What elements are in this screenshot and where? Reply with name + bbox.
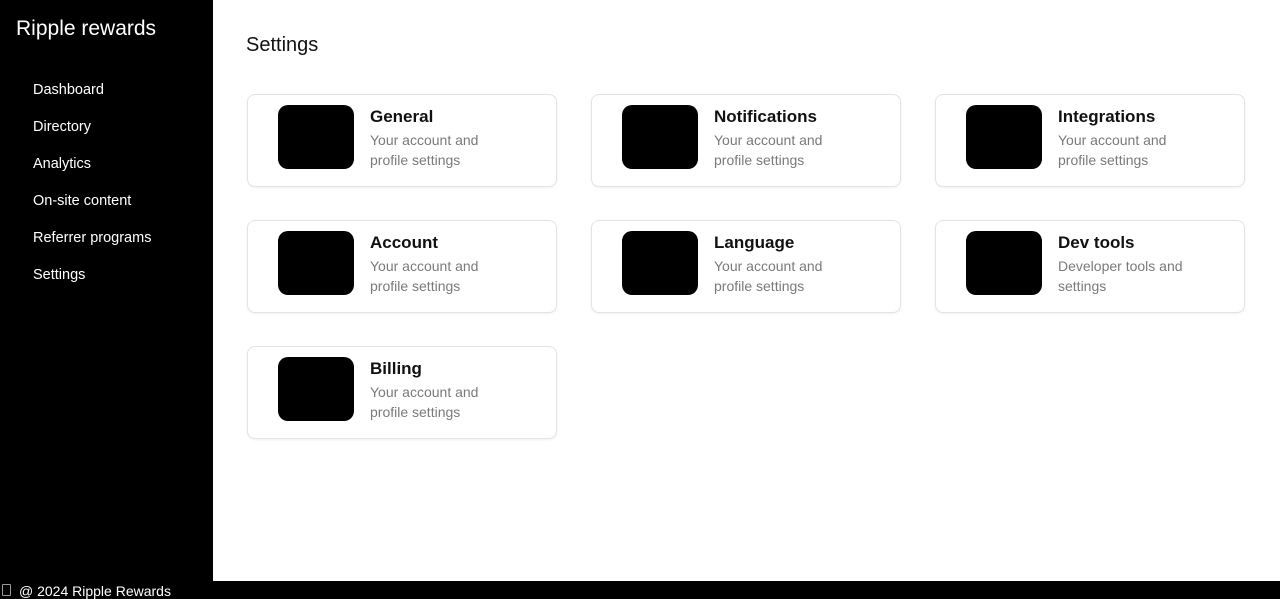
card-description: Your account and profile settings xyxy=(714,132,823,168)
sidebar-item-referrer-programs[interactable]: Referrer programs xyxy=(33,228,151,265)
card-title: Dev tools xyxy=(1058,233,1135,252)
file-icon xyxy=(2,584,11,596)
footer-copyright: @ 2024 Ripple Rewards xyxy=(19,583,171,599)
page-title: Settings xyxy=(246,34,319,56)
card-description: Your account and profile settings xyxy=(370,132,479,168)
sidebar: Ripple rewards Dashboard Directory Analy… xyxy=(0,0,213,581)
card-description: Your account and profile settings xyxy=(1058,132,1167,168)
card-description: Your account and profile settings xyxy=(370,258,479,294)
brand-title: Ripple rewards xyxy=(16,17,157,40)
card-description: Your account and profile settings xyxy=(370,384,479,420)
card-title: Account xyxy=(370,233,438,252)
account-icon xyxy=(278,231,354,295)
card-title: Notifications xyxy=(714,107,817,126)
dev-tools-icon xyxy=(966,231,1042,295)
general-icon xyxy=(278,105,354,169)
card-title: Billing xyxy=(370,359,422,378)
sidebar-nav: Dashboard Directory Analytics On-site co… xyxy=(33,80,151,302)
sidebar-item-directory[interactable]: Directory xyxy=(33,117,151,154)
settings-card-general[interactable]: General Your account and profile setting… xyxy=(247,94,557,187)
settings-card-integrations[interactable]: Integrations Your account and profile se… xyxy=(935,94,1245,187)
integrations-icon xyxy=(966,105,1042,169)
card-description: Your account and profile settings xyxy=(714,258,823,294)
settings-card-account[interactable]: Account Your account and profile setting… xyxy=(247,220,557,313)
sidebar-item-dashboard[interactable]: Dashboard xyxy=(33,80,151,117)
settings-card-notifications[interactable]: Notifications Your account and profile s… xyxy=(591,94,901,187)
footer: @ 2024 Ripple Rewards xyxy=(0,581,1280,599)
app-root: Ripple rewards Dashboard Directory Analy… xyxy=(0,0,1280,599)
settings-card-language[interactable]: Language Your account and profile settin… xyxy=(591,220,901,313)
settings-card-dev-tools[interactable]: Dev tools Developer tools and settings xyxy=(935,220,1245,313)
sidebar-item-on-site-content[interactable]: On-site content xyxy=(33,191,151,228)
language-icon xyxy=(622,231,698,295)
settings-card-billing[interactable]: Billing Your account and profile setting… xyxy=(247,346,557,439)
main-content: Settings General Your account and profil… xyxy=(213,0,1280,581)
card-title: General xyxy=(370,107,434,126)
card-title: Integrations xyxy=(1058,107,1156,126)
sidebar-item-analytics[interactable]: Analytics xyxy=(33,154,151,191)
billing-icon xyxy=(278,357,354,421)
sidebar-item-settings[interactable]: Settings xyxy=(33,265,151,302)
card-description: Developer tools and settings xyxy=(1058,258,1183,294)
card-title: Language xyxy=(714,233,795,252)
notifications-icon xyxy=(622,105,698,169)
